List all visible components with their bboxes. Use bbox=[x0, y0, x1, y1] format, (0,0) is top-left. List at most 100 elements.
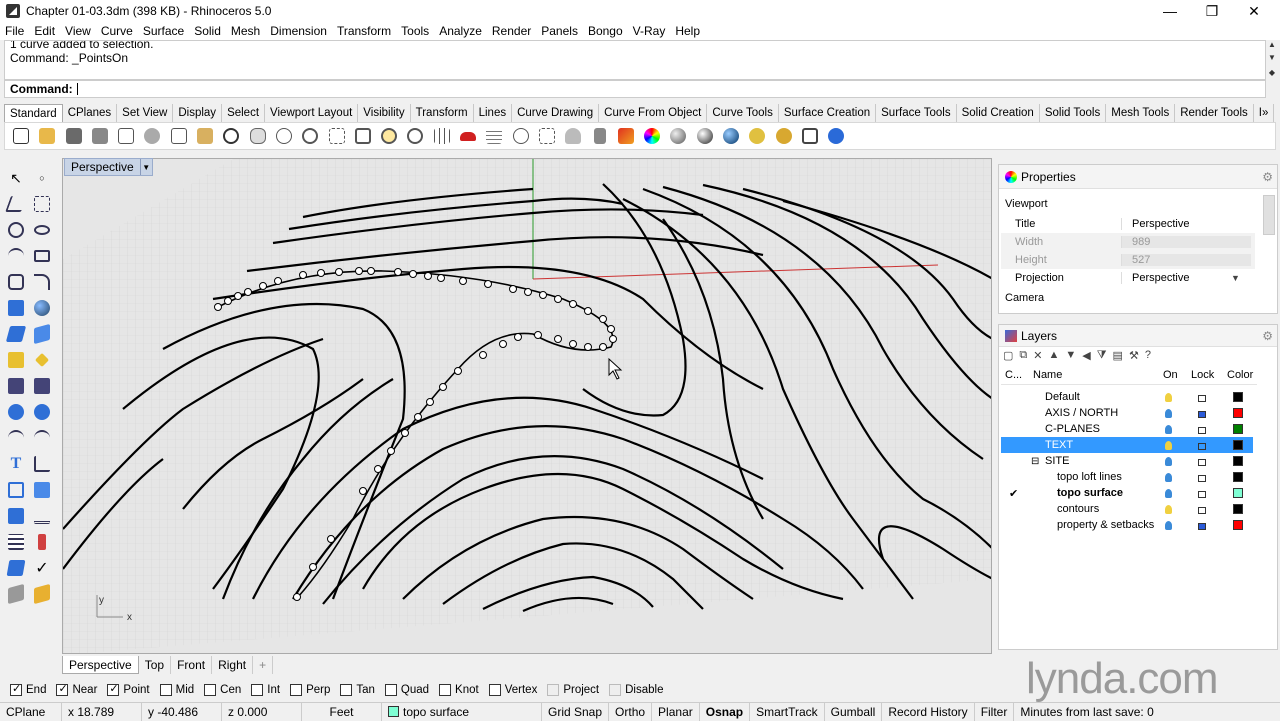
menu-curve[interactable]: Curve bbox=[96, 24, 138, 38]
osnap-point[interactable]: Point bbox=[107, 682, 150, 696]
lock-icon[interactable] bbox=[1198, 411, 1206, 418]
open-folder-icon[interactable] bbox=[35, 124, 59, 148]
pan-hand-icon[interactable] bbox=[246, 124, 270, 148]
analyze-icon[interactable] bbox=[4, 556, 28, 580]
boolean-icon[interactable] bbox=[30, 348, 54, 372]
osnap-project[interactable]: Project bbox=[547, 684, 599, 696]
circle-icon[interactable] bbox=[4, 218, 28, 242]
menu-solid[interactable]: Solid bbox=[189, 24, 226, 38]
maximize-button[interactable]: ❐ bbox=[1190, 0, 1234, 22]
tab-surface-tools[interactable]: Surface Tools bbox=[876, 104, 957, 122]
checkbox[interactable] bbox=[107, 682, 120, 696]
layer-name[interactable]: C-PLANES bbox=[1045, 423, 1100, 435]
collapse-icon[interactable]: ⊟ bbox=[1031, 456, 1039, 467]
tab-visibility[interactable]: Visibility bbox=[358, 104, 411, 122]
shaded-sphere-icon[interactable] bbox=[693, 124, 717, 148]
minimize-button[interactable]: — bbox=[1148, 0, 1192, 22]
scroll-down-icon[interactable]: ▼ bbox=[1266, 53, 1278, 62]
arc-icon[interactable] bbox=[4, 244, 28, 268]
material-icon[interactable] bbox=[614, 124, 638, 148]
osnap-quad[interactable]: Quad bbox=[384, 684, 429, 696]
status-grid-snap[interactable]: Grid Snap bbox=[542, 702, 610, 721]
block-icon[interactable] bbox=[30, 478, 54, 502]
unlock-icon[interactable] bbox=[1198, 475, 1206, 482]
checkbox[interactable] bbox=[56, 682, 69, 696]
status-planar[interactable]: Planar bbox=[652, 702, 700, 721]
col-name[interactable]: Name bbox=[1033, 369, 1062, 381]
layer-on-bulb-icon[interactable] bbox=[1165, 408, 1172, 418]
tab-set-view[interactable]: Set View bbox=[117, 104, 174, 122]
layer-list-icon[interactable]: ▤ bbox=[1113, 349, 1123, 365]
menu-tools[interactable]: Tools bbox=[396, 24, 434, 38]
perspective-viewport[interactable]: x y bbox=[62, 158, 992, 654]
new-file-icon[interactable] bbox=[9, 124, 33, 148]
copy-icon[interactable] bbox=[167, 124, 191, 148]
rotate-view-icon[interactable] bbox=[272, 124, 296, 148]
scroll-updown-icon[interactable]: ◆ bbox=[1266, 68, 1278, 77]
move-parent-icon[interactable]: ◀ bbox=[1082, 349, 1090, 365]
mesh-icon[interactable] bbox=[4, 374, 28, 398]
polygon-icon[interactable] bbox=[4, 270, 28, 294]
extrude-surface-icon[interactable] bbox=[30, 322, 54, 346]
filter-icon[interactable]: ⧩ bbox=[1097, 349, 1107, 365]
four-viewports-icon[interactable] bbox=[430, 124, 454, 148]
osnap-end[interactable]: End bbox=[10, 682, 46, 696]
layer-name[interactable]: property & setbacks bbox=[1057, 519, 1154, 531]
layer-row[interactable]: TEXT bbox=[1001, 437, 1253, 453]
view-tab-top[interactable]: Top bbox=[139, 656, 172, 674]
wireframe-sphere-icon[interactable] bbox=[666, 124, 690, 148]
command-history[interactable]: 1 curve added to selection. Command: _Po… bbox=[4, 40, 1266, 80]
group-icon[interactable] bbox=[4, 478, 28, 502]
col-color[interactable]: Color bbox=[1227, 369, 1253, 381]
unlock-icon[interactable] bbox=[1198, 459, 1206, 466]
menu-analyze[interactable]: Analyze bbox=[434, 24, 487, 38]
layer-row[interactable]: ⊟ SITE bbox=[1001, 453, 1253, 469]
tab-transform[interactable]: Transform bbox=[411, 104, 474, 122]
menu-bongo[interactable]: Bongo bbox=[583, 24, 628, 38]
tab-standard[interactable]: Standard bbox=[4, 104, 63, 122]
current-layer-check-icon[interactable]: ✔ bbox=[1009, 487, 1018, 500]
osnap-tan[interactable]: Tan bbox=[340, 684, 375, 696]
layer-name[interactable]: topo loft lines bbox=[1057, 471, 1122, 483]
layer-name[interactable]: contours bbox=[1057, 503, 1099, 515]
checkbox[interactable] bbox=[547, 684, 560, 696]
transform-icon[interactable] bbox=[30, 530, 54, 554]
viewport-title-tab[interactable]: Perspective ▼ bbox=[64, 158, 153, 176]
layer-color-swatch[interactable] bbox=[1233, 520, 1243, 530]
tab-render-tools[interactable]: Render Tools bbox=[1175, 104, 1254, 122]
rendered-sphere-icon[interactable] bbox=[719, 124, 743, 148]
polyline-icon[interactable] bbox=[4, 192, 28, 216]
status-record-history[interactable]: Record History bbox=[882, 702, 975, 721]
layer-color-swatch[interactable] bbox=[1233, 440, 1243, 450]
col-on[interactable]: On bbox=[1163, 369, 1178, 381]
osnap-icon[interactable] bbox=[535, 124, 559, 148]
dimension-linear-icon[interactable] bbox=[30, 504, 54, 528]
grid-icon[interactable] bbox=[482, 124, 506, 148]
layer-row[interactable]: C-PLANES bbox=[1001, 421, 1253, 437]
save-icon[interactable] bbox=[62, 124, 86, 148]
layer-on-bulb-icon[interactable] bbox=[1165, 424, 1172, 434]
layer-on-bulb-icon[interactable] bbox=[1165, 440, 1172, 450]
light-bulb-icon[interactable] bbox=[561, 124, 585, 148]
unlock-icon[interactable] bbox=[1198, 443, 1206, 450]
tab-mesh-tools[interactable]: Mesh Tools bbox=[1106, 104, 1176, 122]
col-current[interactable]: C... bbox=[1005, 369, 1022, 381]
osnap-int[interactable]: Int bbox=[251, 684, 280, 696]
layer-row[interactable]: property & setbacks bbox=[1001, 517, 1253, 533]
layer-color-swatch[interactable] bbox=[1233, 424, 1243, 434]
tools-icon[interactable]: ⚒ bbox=[1129, 349, 1139, 365]
tab-curve-drawing[interactable]: Curve Drawing bbox=[512, 104, 600, 122]
ellipse-icon[interactable] bbox=[30, 218, 54, 242]
unlock-icon[interactable] bbox=[1198, 507, 1206, 514]
tab-display[interactable]: Display bbox=[173, 104, 223, 122]
menu-mesh[interactable]: Mesh bbox=[226, 24, 265, 38]
col-lock[interactable]: Lock bbox=[1191, 369, 1214, 381]
tab-select[interactable]: Select bbox=[222, 104, 266, 122]
menu-help[interactable]: Help bbox=[670, 24, 705, 38]
split-icon[interactable] bbox=[30, 400, 54, 424]
new-sublayer-icon[interactable]: ⧉ bbox=[1019, 349, 1027, 365]
layer-color-swatch[interactable] bbox=[1233, 456, 1243, 466]
menu-dimension[interactable]: Dimension bbox=[265, 24, 332, 38]
color-wheel-icon[interactable] bbox=[640, 124, 664, 148]
cut-icon[interactable] bbox=[140, 124, 164, 148]
